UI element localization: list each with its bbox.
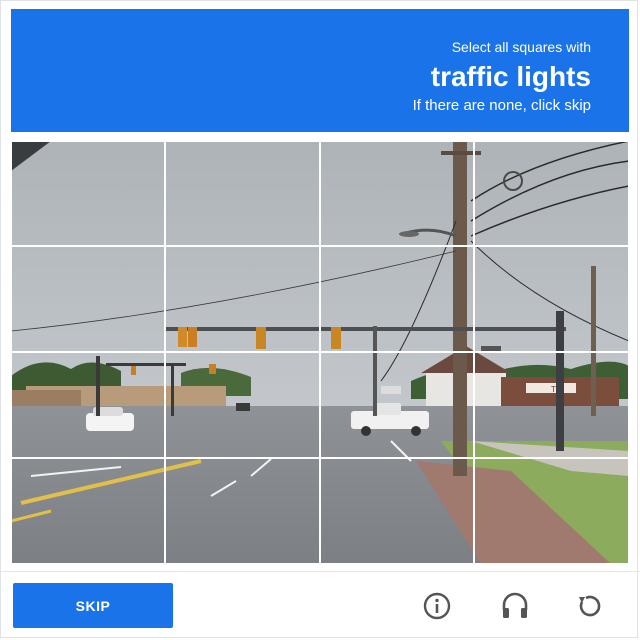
skip-button[interactable]: SKIP bbox=[13, 583, 173, 628]
grid-tile-r2-c1[interactable] bbox=[11, 245, 166, 353]
grid-tile-r4-c2[interactable] bbox=[164, 457, 321, 564]
info-icon[interactable] bbox=[417, 586, 457, 626]
audio-icon[interactable] bbox=[495, 586, 535, 626]
grid-tile-r2-c3[interactable] bbox=[319, 245, 475, 353]
grid-tile-r1-c4[interactable] bbox=[473, 141, 629, 247]
instruction-text: Select all squares with bbox=[451, 39, 591, 55]
grid-tile-r3-c4[interactable] bbox=[473, 351, 629, 459]
grid-tile-r2-c2[interactable] bbox=[164, 245, 321, 353]
footer-divider bbox=[0, 571, 640, 572]
grid-tile-r4-c3[interactable] bbox=[319, 457, 475, 564]
grid-tile-r3-c1[interactable] bbox=[11, 351, 166, 459]
grid-tile-r1-c3[interactable] bbox=[319, 141, 475, 247]
image-grid: T bbox=[11, 141, 629, 564]
grid-tile-r4-c1[interactable] bbox=[11, 457, 166, 564]
captcha-header: Select all squares with traffic lights I… bbox=[11, 9, 629, 132]
grid-tile-r4-c4[interactable] bbox=[473, 457, 629, 564]
grid-tile-r3-c3[interactable] bbox=[319, 351, 475, 459]
grid-tile-r1-c2[interactable] bbox=[164, 141, 321, 247]
target-object-text: traffic lights bbox=[430, 61, 591, 92]
grid-tile-r3-c2[interactable] bbox=[164, 351, 321, 459]
grid-tile-r2-c4[interactable] bbox=[473, 245, 629, 353]
grid-tile-r1-c1[interactable] bbox=[11, 141, 166, 247]
reload-icon[interactable] bbox=[569, 586, 609, 626]
hint-text: If there are none, click skip bbox=[412, 97, 591, 114]
